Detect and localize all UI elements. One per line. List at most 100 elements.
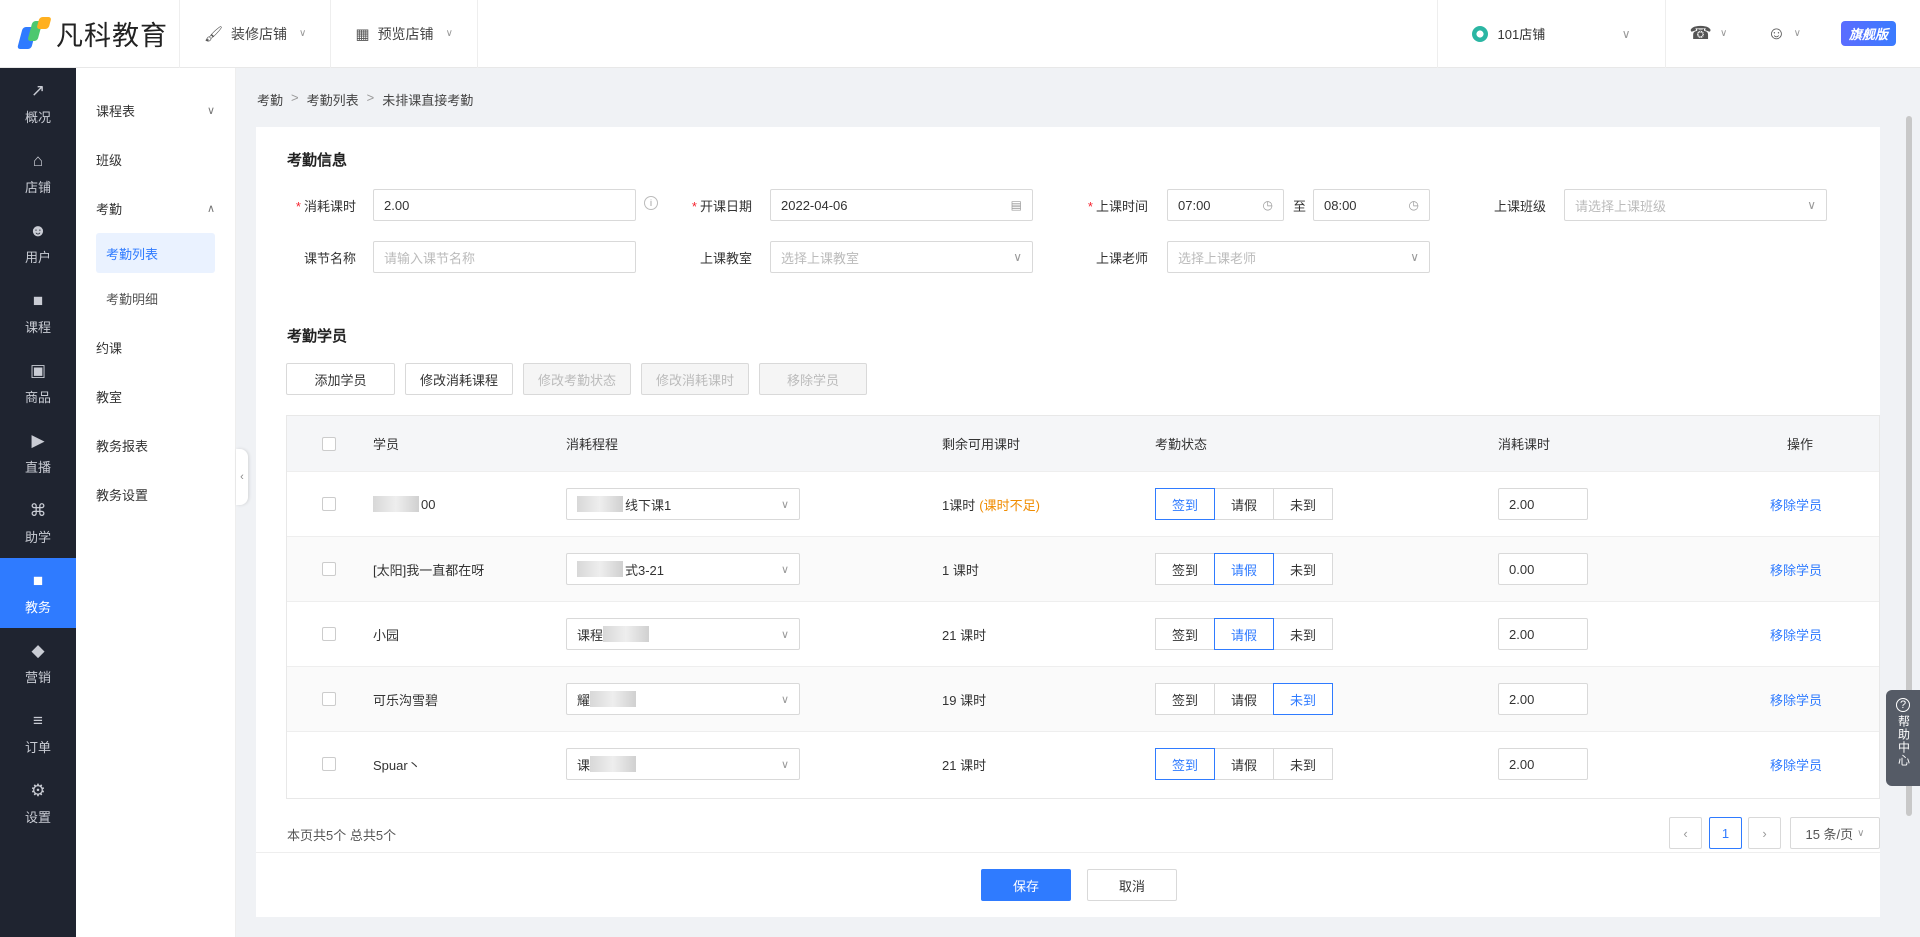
- breadcrumb-attendance[interactable]: 考勤: [257, 90, 283, 109]
- row-checkbox[interactable]: [322, 627, 336, 641]
- preview-shop-nav[interactable]: ▦ 预览店铺 ∨: [331, 0, 478, 68]
- start-time-picker[interactable]: 07:00 ◷: [1167, 189, 1284, 221]
- lesson-name-input[interactable]: 请输入课节名称: [373, 241, 636, 273]
- hours-consumed-input[interactable]: 2.00: [1498, 683, 1588, 715]
- subnav-booking[interactable]: 约课: [76, 323, 235, 372]
- teacher-select[interactable]: 选择上课老师 ∨: [1167, 241, 1430, 273]
- course-select[interactable]: 式3-21 ∨: [566, 553, 800, 585]
- remove-student-button[interactable]: 移除学员: [759, 363, 867, 395]
- nav-marketing[interactable]: ◆ 营销: [0, 628, 76, 698]
- store-selector[interactable]: 101店铺 ∨: [1436, 0, 1665, 68]
- headset-icon: ☎︎: [1689, 23, 1712, 43]
- remove-student-link[interactable]: 移除学员: [1770, 602, 1822, 666]
- edit-hours-button[interactable]: 修改消耗课时: [641, 363, 749, 395]
- status-absent[interactable]: 未到: [1273, 618, 1333, 650]
- course-select[interactable]: 课 ∨: [566, 748, 800, 780]
- nav-settings[interactable]: ⚙︎ 设置: [0, 768, 76, 838]
- status-checkin[interactable]: 签到: [1155, 683, 1215, 715]
- status-absent[interactable]: 未到: [1273, 553, 1333, 585]
- page-1-button[interactable]: 1: [1709, 817, 1742, 849]
- course-select[interactable]: 耀 ∨: [566, 683, 800, 715]
- subnav-schedule[interactable]: 课程表 ∨: [76, 86, 235, 135]
- nav-academic[interactable]: ■ 教务: [0, 558, 76, 628]
- add-student-button[interactable]: 添加学员: [286, 363, 395, 395]
- teacher-label: 上课老师: [1095, 251, 1148, 266]
- hours-consumed-input[interactable]: 0.00: [1498, 553, 1588, 585]
- support-menu[interactable]: ☎︎ ∨: [1690, 23, 1728, 44]
- date-picker[interactable]: 2022-04-06 ▤: [770, 189, 1033, 221]
- edition-badge[interactable]: 旗舰版: [1840, 21, 1896, 46]
- collapse-sidebar-button[interactable]: ‹: [236, 449, 248, 505]
- status-leave[interactable]: 请假: [1214, 488, 1274, 520]
- status-absent[interactable]: 未到: [1273, 683, 1333, 715]
- hours-consumed-input[interactable]: 2.00: [1498, 488, 1588, 520]
- nav-overview[interactable]: ↗ 概况: [0, 68, 76, 138]
- status-checkin[interactable]: 签到: [1155, 488, 1215, 520]
- hours-input[interactable]: 2.00: [373, 189, 636, 221]
- subnav-classroom[interactable]: 教室: [76, 372, 235, 421]
- breadcrumb-attendance-list[interactable]: 考勤列表: [307, 90, 359, 109]
- subnav-attendance-list[interactable]: 考勤列表: [96, 233, 215, 273]
- select-all-checkbox[interactable]: [322, 436, 336, 451]
- status-leave[interactable]: 请假: [1214, 748, 1274, 780]
- row-checkbox[interactable]: [322, 692, 336, 706]
- row-checkbox[interactable]: [322, 562, 336, 576]
- status-leave[interactable]: 请假: [1214, 683, 1274, 715]
- status-absent[interactable]: 未到: [1273, 488, 1333, 520]
- nav-orders[interactable]: ≡ 订单: [0, 698, 76, 768]
- nav-users[interactable]: ☻ 用户: [0, 208, 76, 278]
- nav-live[interactable]: ▶ 直播: [0, 418, 76, 488]
- cancel-button[interactable]: 取消: [1087, 869, 1177, 901]
- class-label: 上课班级: [1493, 199, 1546, 214]
- row-checkbox[interactable]: [322, 757, 336, 771]
- class-placeholder: 请选择上课班级: [1575, 198, 1667, 214]
- remove-student-link[interactable]: 移除学员: [1770, 732, 1822, 796]
- subnav-attendance-detail[interactable]: 考勤明细: [96, 278, 215, 318]
- brand-logo[interactable]: 凡科教育: [0, 0, 180, 68]
- status-checkin[interactable]: 签到: [1155, 748, 1215, 780]
- nav-courses[interactable]: ■ 课程: [0, 278, 76, 348]
- subnav-class[interactable]: 班级: [76, 135, 235, 184]
- status-absent[interactable]: 未到: [1273, 748, 1333, 780]
- status-checkin[interactable]: 签到: [1155, 618, 1215, 650]
- table-row: [太阳]我一直都在呀 式3-21 ∨ 1 课时 签到 请假 未到 0.00 移除学员: [287, 536, 1879, 601]
- row-checkbox[interactable]: [322, 497, 336, 511]
- secondary-sidebar: 课程表 ∨ 班级 考勤 ∧ 考勤列表 考勤明细 约课 教室 教务报表 教务设置: [76, 68, 236, 937]
- info-icon[interactable]: i: [644, 196, 658, 210]
- remove-student-link[interactable]: 移除学员: [1770, 472, 1822, 536]
- end-time-picker[interactable]: 08:00 ◷: [1313, 189, 1430, 221]
- room-select[interactable]: 选择上课教室 ∨: [770, 241, 1033, 273]
- status-leave[interactable]: 请假: [1214, 553, 1274, 585]
- save-button[interactable]: 保存: [981, 869, 1071, 901]
- account-menu[interactable]: ☺︎ ∨: [1767, 23, 1801, 44]
- nav-goods[interactable]: ▣ 商品: [0, 348, 76, 418]
- subnav-attendance-detail-label: 考勤明细: [106, 291, 159, 307]
- remove-student-link[interactable]: 移除学员: [1770, 667, 1822, 731]
- edit-status-button[interactable]: 修改考勤状态: [523, 363, 631, 395]
- course-select[interactable]: 课程 ∨: [566, 618, 800, 650]
- status-leave[interactable]: 请假: [1214, 618, 1274, 650]
- grid-icon: ▦: [355, 25, 370, 43]
- help-center-button[interactable]: ? 帮助中心: [1886, 690, 1920, 786]
- page-size-select[interactable]: 15 条/页 ∨: [1790, 817, 1880, 849]
- subnav-report[interactable]: 教务报表: [76, 421, 235, 470]
- subnav-settings[interactable]: 教务设置: [76, 470, 235, 519]
- decorate-shop-nav[interactable]: 🖌︎ 装修店铺 ∨: [180, 0, 332, 68]
- chevron-down-icon: ∨: [1857, 827, 1865, 839]
- next-page-button[interactable]: ›: [1748, 817, 1781, 849]
- subnav-attendance[interactable]: 考勤 ∧: [76, 184, 235, 233]
- status-checkin[interactable]: 签到: [1155, 553, 1215, 585]
- hours-consumed-input[interactable]: 2.00: [1498, 618, 1588, 650]
- nav-assist[interactable]: ⌘ 助学: [0, 488, 76, 558]
- hours-consumed-input[interactable]: 2.00: [1498, 748, 1588, 780]
- clock-icon: ◷: [1408, 198, 1419, 212]
- prev-page-button[interactable]: ‹: [1669, 817, 1702, 849]
- nav-shop[interactable]: ⌂ 店铺: [0, 138, 76, 208]
- remove-student-link[interactable]: 移除学员: [1770, 537, 1822, 601]
- nav-live-label: 直播: [24, 459, 51, 475]
- course-select[interactable]: 线下课1 ∨: [566, 488, 800, 520]
- edit-course-button[interactable]: 修改消耗课程: [405, 363, 513, 395]
- chevron-down-icon: ∨: [1793, 28, 1801, 39]
- nav-goods-label: 商品: [24, 389, 51, 405]
- class-select[interactable]: 请选择上课班级 ∨: [1564, 189, 1827, 221]
